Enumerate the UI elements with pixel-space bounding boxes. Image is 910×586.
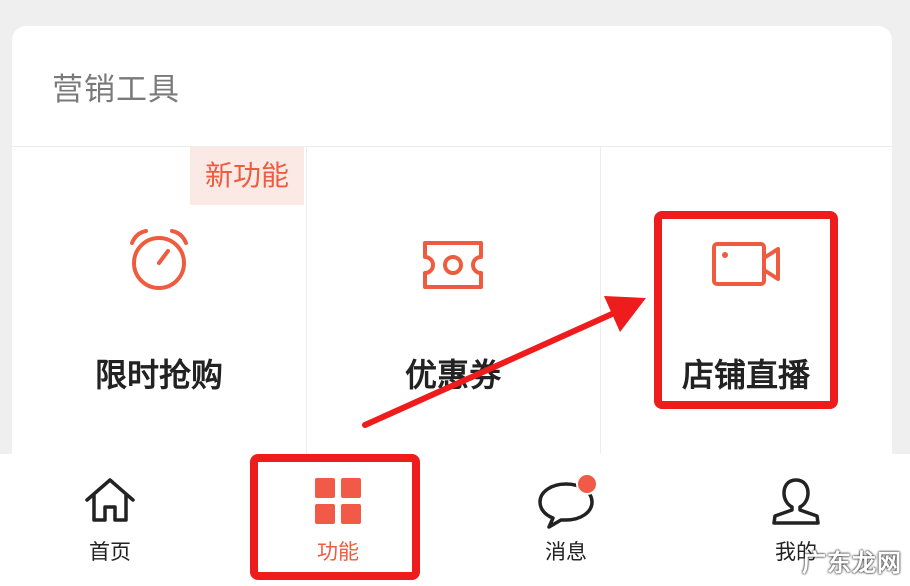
- watermark: 广东龙网: [802, 549, 902, 577]
- tab-label: 首页: [89, 540, 131, 564]
- new-feature-badge: 新功能: [190, 147, 304, 205]
- highlight-frame: [250, 454, 420, 580]
- tool-label: 限时抢购: [94, 356, 223, 394]
- section-title: 营销工具: [52, 72, 180, 108]
- tool-label: 优惠券: [404, 356, 501, 394]
- tab-messages[interactable]: 消息: [476, 454, 656, 586]
- tab-home[interactable]: 首页: [20, 454, 200, 586]
- bottom-tab-bar: 首页 功能 消息 我的: [0, 454, 910, 586]
- coupon-ticket-icon: [419, 239, 487, 295]
- tool-coupon[interactable]: 优惠券: [306, 147, 600, 477]
- alarm-clock-icon: [126, 227, 192, 295]
- highlight-frame: [654, 211, 838, 409]
- unread-dot: [576, 473, 598, 495]
- tab-label: 消息: [545, 540, 587, 564]
- home-icon: [83, 476, 137, 528]
- user-icon: [769, 476, 823, 530]
